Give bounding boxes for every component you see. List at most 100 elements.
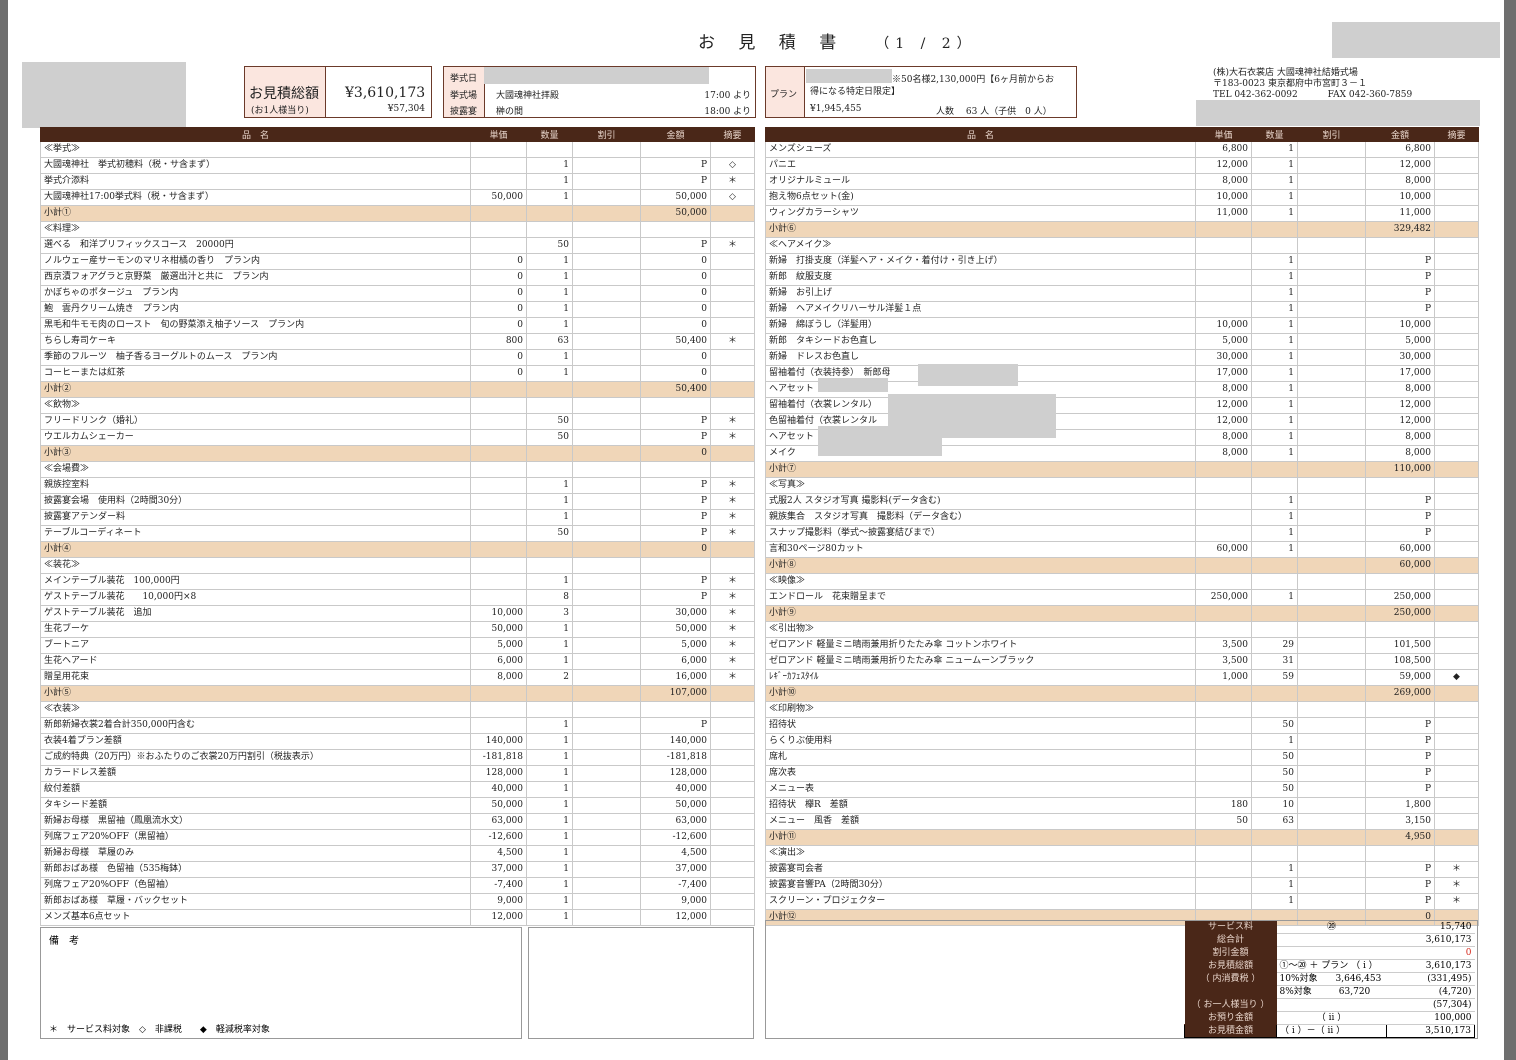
table-row: ≪ヘアメイク≫ <box>765 237 1479 254</box>
table-row: 挙式介添料 1 P ＊ <box>40 173 755 190</box>
subtotal-row: 小計⑦ 110,000 <box>765 461 1479 478</box>
unit-price-cell: 0 <box>470 365 527 382</box>
discount-cell <box>572 653 641 670</box>
note-cell <box>1434 605 1479 622</box>
quantity-cell <box>1251 237 1298 254</box>
note-cell: ＊ <box>1434 893 1479 910</box>
quantity-cell <box>526 541 573 558</box>
discount-cell <box>1297 413 1366 430</box>
amount-cell: -7,400 <box>640 877 711 894</box>
discount-cell <box>572 541 641 558</box>
quantity-cell: 1 <box>1251 893 1298 910</box>
amount-cell: 12,000 <box>1365 413 1435 430</box>
unit-price-cell: 8,000 <box>1195 381 1252 398</box>
quantity-cell <box>1251 845 1298 862</box>
item-name-cell: 抱え物6点セット(金) <box>765 189 1196 206</box>
reception-time: 18:00 より <box>704 107 751 117</box>
item-name-cell: 新婦 ヘアメイクリハーサル洋髪１点 <box>765 301 1196 318</box>
note-cell <box>1434 253 1479 270</box>
item-name-cell: 新婦 綿ぼうし（洋髪用） <box>765 317 1196 334</box>
note-cell <box>1434 365 1479 382</box>
amount-cell: P <box>640 173 711 190</box>
note-cell <box>1434 525 1479 542</box>
discount-cell <box>572 557 641 574</box>
table-row: ゼロアンド 軽量ミニ晴雨兼用折りたたみ傘 ニュームーンブラック 3,500 31 10… <box>765 653 1479 670</box>
summary-detail: 8%対象 63,720 <box>1276 985 1387 999</box>
quantity-cell: 1 <box>526 813 573 830</box>
item-name-cell: 挙式介添料 <box>40 173 471 190</box>
amount-cell: 5,000 <box>640 637 711 654</box>
item-name-cell: テーブルコーディネート <box>40 525 471 542</box>
unit-price-cell: 60,000 <box>1195 541 1252 558</box>
note-cell: ＊ <box>710 477 755 494</box>
table-row: 新郎新婦衣裳2着合計350,000円含む 1 P <box>40 717 755 734</box>
amount-cell: P <box>640 477 711 494</box>
quantity-cell <box>526 381 573 398</box>
discount-cell <box>1297 397 1366 414</box>
table-row: 式服2人 スタジオ写真 撮影料(データ含む) 1 P <box>765 493 1479 510</box>
unit-price-cell: 6,800 <box>1195 141 1252 158</box>
unit-price-cell <box>1195 557 1252 574</box>
item-name-cell: エンドロール 花束贈呈まで <box>765 589 1196 606</box>
unit-price-cell <box>1195 893 1252 910</box>
note-cell <box>710 557 755 574</box>
subtotal-row: 小計⑨ 250,000 <box>765 605 1479 622</box>
amount-cell: 101,500 <box>1365 637 1435 654</box>
unit-price-cell: 140,000 <box>470 733 527 750</box>
discount-cell <box>1297 301 1366 318</box>
quantity-cell: 1 <box>526 189 573 206</box>
item-name-cell: 新郎おばあ様 色留袖（535梅鉢） <box>40 861 471 878</box>
table-row: スクリーン・プロジェクター 1 P ＊ <box>765 893 1479 910</box>
table-row: ちらし寿司ケーキ 800 63 50,400 ＊ <box>40 333 755 350</box>
note-cell <box>1434 813 1479 830</box>
unit-price-cell <box>1195 829 1252 846</box>
discount-cell <box>1297 525 1366 542</box>
unit-price-cell <box>1195 605 1252 622</box>
note-cell <box>1434 717 1479 734</box>
unit-price-cell: 40,000 <box>470 781 527 798</box>
quantity-cell <box>526 461 573 478</box>
quantity-cell: 1 <box>526 285 573 302</box>
amount-cell: 12,000 <box>640 909 711 926</box>
quantity-cell: 1 <box>1251 365 1298 382</box>
quantity-cell: 50 <box>526 413 573 430</box>
item-name-cell: ≪衣装≫ <box>40 701 471 718</box>
amount-cell: 250,000 <box>1365 589 1435 606</box>
header-discount: 割引 <box>1297 127 1366 142</box>
discount-cell <box>1297 269 1366 286</box>
table-row: 抱え物6点セット(金) 10,000 1 10,000 <box>765 189 1479 206</box>
unit-price-cell: 12,000 <box>470 909 527 926</box>
note-cell <box>1434 285 1479 302</box>
note-cell <box>710 349 755 366</box>
amount-cell: 4,500 <box>640 845 711 862</box>
amount-cell: 0 <box>640 317 711 334</box>
discount-cell <box>1297 813 1366 830</box>
unit-price-cell <box>1195 525 1252 542</box>
note-cell <box>710 445 755 462</box>
amount-cell: P <box>640 717 711 734</box>
ceremony-place-label: 挙式場 <box>450 91 478 101</box>
note-cell <box>1434 397 1479 414</box>
table-row: 披露宴音響PA（2時間30分） 1 P ＊ <box>765 877 1479 894</box>
unit-price-cell <box>1195 237 1252 254</box>
quantity-cell <box>526 701 573 718</box>
summary-row: （ お一人様当り ） (57,304) <box>1184 998 1475 1012</box>
quantity-cell: 50 <box>1251 765 1298 782</box>
document-title: お 見 積 書（1 / 2） <box>698 33 977 53</box>
note-cell <box>1434 333 1479 350</box>
discount-cell <box>1297 893 1366 910</box>
note-cell <box>710 829 755 846</box>
table-row: メニュー表 50 P <box>765 781 1479 798</box>
amount-cell: 0 <box>640 365 711 382</box>
note-cell <box>710 253 755 270</box>
note-cell: ◆ <box>1434 669 1479 686</box>
discount-cell <box>1297 877 1366 894</box>
table-row: 新婦 ヘアメイクリハーサル洋髪１点 1 P <box>765 301 1479 318</box>
discount-cell <box>572 669 641 686</box>
quantity-cell <box>526 445 573 462</box>
quantity-cell: 1 <box>1251 509 1298 526</box>
unit-price-cell: 30,000 <box>1195 349 1252 366</box>
item-name-cell: ﾚｷﾞｰｶﾌｪｽﾀｲﾙ <box>765 669 1196 686</box>
item-name-cell: 小計⑨ <box>765 605 1196 622</box>
amount-cell: 50,000 <box>640 621 711 638</box>
